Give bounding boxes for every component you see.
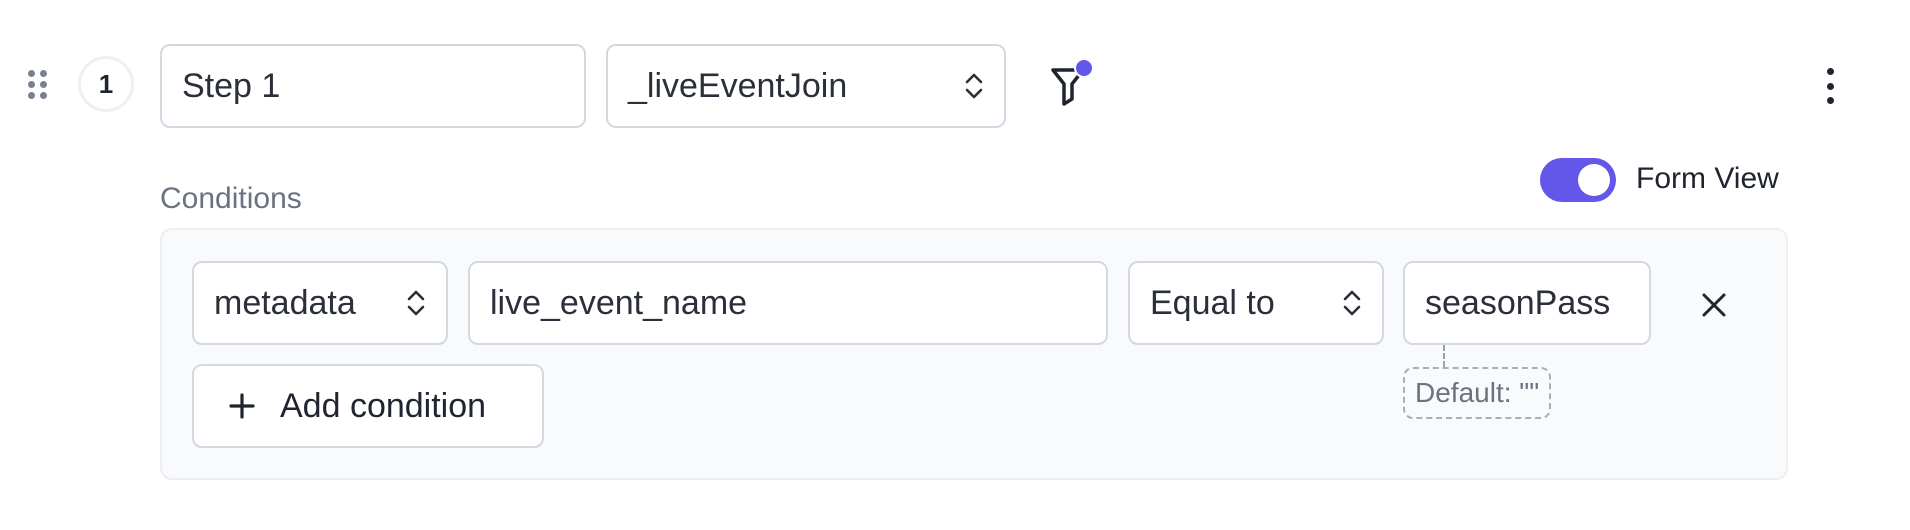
event-select-value: _liveEventJoin bbox=[628, 66, 848, 105]
condition-key-field[interactable] bbox=[468, 261, 1108, 345]
filter-active-indicator bbox=[1074, 58, 1094, 78]
step-name-input[interactable] bbox=[182, 66, 564, 106]
form-view-label: Form View bbox=[1636, 162, 1779, 195]
event-select[interactable]: _liveEventJoin bbox=[606, 44, 1006, 128]
default-value-hint: Default: "" bbox=[1403, 367, 1552, 419]
condition-operator-value: Equal to bbox=[1150, 283, 1275, 322]
close-icon bbox=[1702, 293, 1726, 317]
remove-condition-button[interactable] bbox=[1692, 283, 1736, 327]
add-condition-label: Add condition bbox=[280, 386, 487, 425]
form-view-toggle[interactable] bbox=[1540, 158, 1616, 202]
condition-value-field[interactable] bbox=[1403, 261, 1651, 345]
chevron-up-down-icon bbox=[1342, 288, 1362, 318]
conditions-label: Conditions bbox=[160, 182, 302, 215]
drag-handle-icon[interactable] bbox=[28, 70, 50, 102]
step-name-field[interactable] bbox=[160, 44, 586, 128]
condition-operator-select[interactable]: Equal to bbox=[1128, 261, 1384, 345]
condition-field-value: metadata bbox=[214, 283, 356, 322]
more-vertical-icon[interactable] bbox=[1818, 68, 1842, 104]
chevron-up-down-icon bbox=[964, 71, 984, 101]
toggle-knob bbox=[1578, 164, 1610, 196]
plus-icon bbox=[229, 393, 255, 419]
chevron-up-down-icon bbox=[406, 288, 426, 318]
condition-field-select[interactable]: metadata bbox=[192, 261, 448, 345]
default-connector-line bbox=[1443, 345, 1445, 367]
condition-key-input[interactable] bbox=[490, 283, 1086, 323]
add-condition-button[interactable]: Add condition bbox=[192, 364, 544, 448]
condition-value-input[interactable] bbox=[1425, 283, 1629, 323]
step-number-badge: 1 bbox=[78, 56, 134, 112]
